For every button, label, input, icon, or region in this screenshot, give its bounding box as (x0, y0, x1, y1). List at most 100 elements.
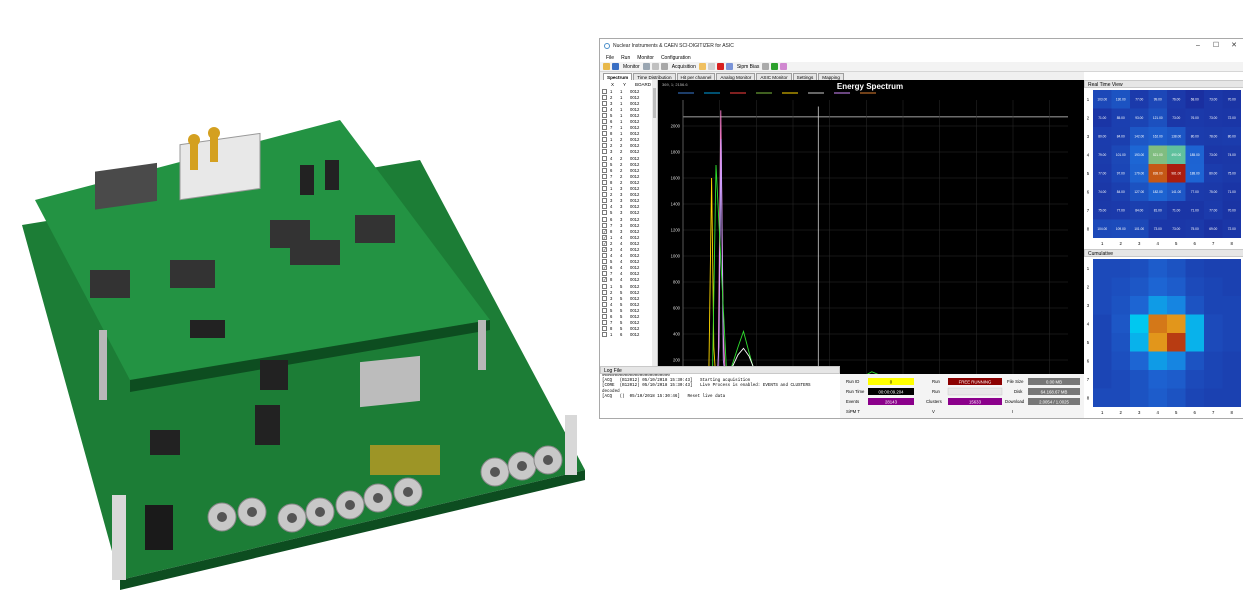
cumulative-cell[interactable] (1111, 314, 1131, 334)
channel-checkbox[interactable] (602, 198, 607, 204)
cumulative-cell[interactable] (1204, 351, 1223, 371)
monitor-refresh-icon[interactable] (642, 63, 650, 70)
cumulative-cell[interactable] (1093, 314, 1112, 334)
channel-checkbox[interactable]: ✓ (602, 240, 607, 246)
cumulative-cell[interactable] (1130, 277, 1149, 297)
close-button[interactable]: ✕ (1226, 40, 1242, 52)
cumulative-cell[interactable] (1222, 370, 1242, 389)
tab-hit-per-channel[interactable]: Hit per channel (676, 73, 716, 80)
cumulative-cell[interactable] (1185, 277, 1205, 297)
channel-checkbox[interactable] (602, 167, 607, 173)
open-folder-icon[interactable] (603, 63, 610, 70)
cumulative-cell[interactable] (1167, 296, 1186, 315)
acquisition-wand-icon[interactable] (698, 63, 706, 70)
channel-checkbox[interactable] (602, 289, 607, 295)
channel-checkbox[interactable] (602, 332, 607, 338)
cumulative-cell[interactable] (1222, 259, 1242, 278)
cumulative-cell[interactable] (1185, 388, 1205, 408)
channel-checkbox[interactable] (602, 106, 607, 112)
cumulative-cell[interactable] (1148, 333, 1168, 352)
menu-file[interactable]: File (606, 55, 614, 61)
monitor-list-icon[interactable] (651, 63, 659, 70)
tab-spectrum[interactable]: Spectrum (603, 73, 633, 80)
bias-off-icon[interactable] (762, 63, 770, 70)
cumulative-cell[interactable] (1167, 370, 1186, 389)
cumulative-cell[interactable] (1093, 259, 1112, 278)
cumulative-cell[interactable] (1148, 388, 1168, 408)
channel-checkbox[interactable] (602, 204, 607, 210)
channel-checkbox[interactable] (602, 320, 607, 326)
cumulative-cell[interactable] (1111, 351, 1131, 371)
cumulative-cell[interactable] (1148, 351, 1168, 371)
cumulative-cell[interactable] (1204, 333, 1223, 352)
cumulative-cell[interactable] (1185, 259, 1205, 278)
energy-spectrum-chart[interactable]: 369, 1; 2156.6 Energy Spectrum (channels… (658, 80, 1084, 406)
cumulative-cell[interactable] (1167, 388, 1186, 408)
channel-checkbox[interactable] (602, 149, 607, 155)
channel-checkbox[interactable]: ✓ (602, 234, 607, 240)
channel-checkbox[interactable] (602, 307, 607, 313)
channel-checkbox[interactable]: ✓ (602, 246, 607, 252)
cumulative-cell[interactable] (1204, 296, 1223, 315)
channel-checkbox[interactable] (602, 173, 607, 179)
cumulative-cell[interactable] (1130, 296, 1149, 315)
cumulative-cell[interactable] (1148, 370, 1168, 389)
cumulative-cell[interactable] (1111, 259, 1131, 278)
cumulative-cell[interactable] (1222, 388, 1242, 408)
cumulative-cell[interactable] (1167, 277, 1186, 297)
cumulative-cell[interactable] (1130, 370, 1149, 389)
cumulative-cell[interactable] (1167, 259, 1186, 278)
channel-checkbox[interactable] (602, 125, 607, 131)
real-time-view-heatmap[interactable]: 103.00 130.00 77.00 99.00 76.00 68.00 73.00 70.… (1084, 88, 1243, 249)
channel-checkbox[interactable] (602, 119, 607, 125)
cumulative-cell[interactable] (1204, 277, 1223, 297)
cumulative-cell[interactable] (1148, 277, 1168, 297)
channel-checkbox[interactable]: ✓ (602, 277, 607, 283)
cumulative-cell[interactable] (1130, 333, 1149, 352)
cumulative-cell[interactable] (1111, 296, 1131, 315)
monitor-grid-icon[interactable] (660, 63, 668, 70)
bias-on-icon[interactable] (771, 63, 779, 70)
cumulative-cell[interactable] (1185, 351, 1205, 371)
cumulative-heatmap[interactable]: 1 2 3 4 5 6 7 8 1 2 3 4 5 6 7 8 (1084, 257, 1243, 419)
channel-checkbox[interactable] (602, 216, 607, 222)
channel-checkbox[interactable] (602, 131, 607, 137)
tab-time-distribution[interactable]: Time Distribution (633, 73, 676, 80)
channel-checkbox[interactable]: ✓ (602, 228, 607, 234)
cumulative-cell[interactable] (1222, 296, 1242, 315)
cumulative-cell[interactable] (1111, 333, 1131, 352)
tab-settings[interactable]: Settings (792, 73, 818, 80)
channel-checkbox[interactable] (602, 295, 607, 301)
cumulative-cell[interactable] (1222, 333, 1242, 352)
cumulative-cell[interactable] (1130, 388, 1149, 408)
channel-checkbox[interactable] (602, 222, 607, 228)
channel-checkbox[interactable] (602, 210, 607, 216)
cumulative-cell[interactable] (1148, 259, 1168, 278)
cumulative-cell[interactable] (1130, 314, 1149, 334)
cumulative-cell[interactable] (1093, 277, 1112, 297)
channel-checkbox[interactable] (602, 179, 607, 185)
cumulative-cell[interactable] (1111, 388, 1131, 408)
tab-analog-monitor[interactable]: Analog Monitor (716, 73, 756, 80)
cumulative-cell[interactable] (1222, 351, 1242, 371)
channel-checkbox[interactable] (602, 88, 607, 94)
bias-config-icon[interactable] (780, 63, 788, 70)
channel-checkbox[interactable] (602, 314, 607, 320)
channel-row[interactable]: 1 6 0012 (600, 332, 657, 338)
channel-checkbox[interactable] (602, 259, 607, 265)
channel-checkbox[interactable] (602, 192, 607, 198)
channel-list-scrollbar[interactable] (652, 80, 657, 405)
cumulative-cell[interactable] (1167, 333, 1186, 352)
channel-checkbox[interactable] (602, 112, 607, 118)
channel-checkbox[interactable] (602, 100, 607, 106)
menu-run[interactable]: Run (621, 55, 630, 61)
cumulative-cell[interactable] (1093, 296, 1112, 315)
channel-checkbox[interactable] (602, 155, 607, 161)
channel-checkbox[interactable] (602, 271, 607, 277)
channel-checkbox[interactable] (602, 301, 607, 307)
maximize-button[interactable]: ☐ (1208, 40, 1224, 52)
cumulative-cell[interactable] (1204, 259, 1223, 278)
cumulative-cell[interactable] (1167, 351, 1186, 371)
cumulative-cell[interactable] (1204, 388, 1223, 408)
channel-checkbox[interactable] (602, 253, 607, 259)
